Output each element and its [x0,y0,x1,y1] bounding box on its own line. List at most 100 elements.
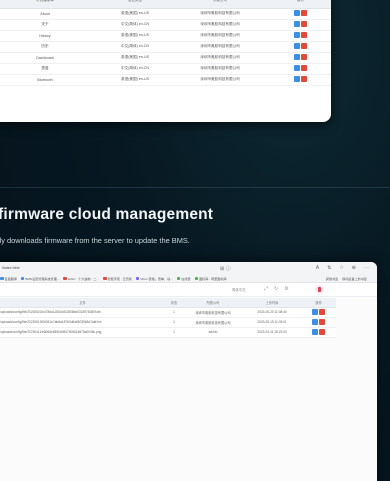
col-status: 状态 [165,298,183,308]
bookmark-item[interactable]: BMS设置管理系统管理... [20,276,59,281]
edit-icon[interactable] [294,21,300,27]
file-path: /uploads/config/file/20230411/e8066e689b… [0,327,165,338]
sync-icon[interactable]: ⇅ [327,265,331,271]
menu-company: 深圳市奥航科技有限公司 [170,74,270,86]
col-company: 所属公司 [170,0,270,9]
bookmark-item[interactable]: 在线表 [176,276,191,281]
menu-company: 深圳市奥航科技有限公司 [170,19,270,31]
menu-company: 深圳市奥航科技有限公司 [170,63,270,75]
menu-name: Bluetooth [0,74,100,86]
refresh-icon[interactable]: ↻ [274,286,278,292]
bookmark-item[interactable]: 智能手表 · 日历新 [103,276,132,281]
menu-lang: 中文(简体) zh-CN [100,63,170,75]
file-path: /uploads/config/file/20230519/06061e7ab8… [0,317,165,328]
edit-icon[interactable] [294,32,300,38]
delete-icon[interactable] [319,328,325,335]
menu-lang: 英语(美国) en-US [100,74,170,86]
file-company: 深圳市奥航科技有限公司 [183,307,243,318]
extensions-icon[interactable]: ⊕ [352,265,356,271]
bookmark-icon [194,276,199,281]
table-row: /uploads/config/file/20230411/e8066e689b… [0,327,336,338]
menu-company: 深圳市奥航科技有限公司 [170,52,270,64]
tab-title[interactable]: /index.html [2,266,19,270]
menu-lang: 中文(简体) zh-CN [100,41,170,53]
section-subheading: lly downloads firmware from the server t… [0,236,190,245]
table-row: 关于 中文(简体) zh-CN 深圳市奥航科技有限公司 [0,19,331,31]
mobile-bookmarks[interactable]: 移动设备上的书签 [342,276,367,281]
browser-window: /index.html ⊞ ⓘ A ⇅ ☆ ⊕ ⋯ 百度翻译 BMS设置管理系统… [0,262,377,481]
edit-icon[interactable] [312,328,318,335]
col-upload-time: 上传时间 [243,298,301,308]
grid-icon[interactable]: ⊞ ⓘ [220,265,231,272]
delete-icon[interactable] [301,76,307,82]
delete-icon[interactable] [319,308,325,315]
menu-table-header: 可创建菜单 语言类型 所属公司 操作 [0,0,331,9]
menu-name: 关于 [0,19,100,31]
file-time: 2023-05-20 11:08:40 [243,307,301,318]
table-row: About 英语(美国) en-US 深圳市奥航科技有限公司 [0,8,331,20]
fullscreen-icon[interactable]: ⤢ [264,286,268,292]
bookmark-icon [20,276,25,281]
table-row: /uploads/config/file/20230520/c4786a1180… [0,307,336,318]
delete-icon[interactable] [301,32,307,38]
delete-icon[interactable] [301,21,307,27]
app-header: 简体中文 ⤢ ↻ ⚙ [0,283,377,297]
menu-name: 历史 [0,41,100,53]
menu-name: 表盘 [0,63,100,75]
bookmark-icon [103,276,107,281]
edit-icon[interactable] [294,65,300,71]
col-menu: 可创建菜单 [0,0,100,9]
more-icon[interactable]: ⋯ [364,265,369,271]
table-row: 历史 中文(简体) zh-CN 深圳市奥航科技有限公司 [0,41,331,53]
section-divider [0,187,390,188]
reader-icon[interactable]: A [316,265,319,271]
col-actions: 操作 [270,0,331,9]
bookmark-item[interactable]: 图标库 - 阿里图标库 [194,276,227,281]
language-selector[interactable]: 简体中文 [232,287,246,292]
file-table-header: 文件 状态 所属公司 上传时间 操作 [0,298,336,308]
delete-icon[interactable] [301,10,307,16]
bookmark-item[interactable]: AIGC · 十六进制 · 二... [63,276,99,281]
other-bookmarks[interactable]: 其他书签 [326,276,338,281]
section-heading: firmware cloud management [0,206,214,223]
delete-icon[interactable] [301,54,307,60]
bookmark-icon [63,276,67,281]
bookmark-icon [176,276,181,281]
col-language: 语言类型 [100,0,170,9]
menu-lang: 中文(简体) zh-CN [100,19,170,31]
menu-lang: 英语(美国) en-US [100,30,170,42]
file-company: 深圳市奥航科技有限公司 [183,317,243,328]
edit-icon[interactable] [294,10,300,16]
edit-icon[interactable] [312,318,318,325]
settings-icon[interactable]: ⚙ [284,286,288,292]
col-company: 所属公司 [183,298,243,308]
file-path: /uploads/config/file/20230520/c4786a1180… [0,307,165,318]
table-row: Dashboard 英语(美国) en-US 深圳市奥航科技有限公司 [0,52,331,64]
menu-name: Dashboard [0,52,100,64]
edit-icon[interactable] [294,76,300,82]
bookmark-icon [135,276,140,281]
file-time: 2023-05-19 11:03:01 [243,317,301,328]
delete-icon[interactable] [301,65,307,71]
edit-icon[interactable] [294,43,300,49]
user-icon [318,287,321,292]
delete-icon[interactable] [301,43,307,49]
avatar[interactable] [315,285,324,294]
file-status: 1 [165,307,183,318]
table-row: Bluetooth 英语(美国) en-US 深圳市奥航科技有限公司 [0,74,331,86]
edit-icon[interactable] [312,308,318,315]
delete-icon[interactable] [319,318,325,325]
col-file: 文件 [0,298,165,308]
bookmarks-bar: 百度翻译 BMS设置管理系统管理... AIGC · 十六进制 · 二... 智… [0,274,377,283]
file-company: admin [183,327,243,338]
edit-icon[interactable] [294,54,300,60]
favorite-icon[interactable]: ☆ [339,265,343,271]
browser-toolbar-icons: A ⇅ ☆ ⊕ ⋯ [316,265,369,271]
bookmark-item[interactable]: 百度翻译 [0,276,17,281]
menu-name: About [0,8,100,20]
col-actions: 操作 [301,298,336,308]
menu-company: 深圳市奥航科技有限公司 [170,8,270,20]
bookmark-item[interactable]: Vben 表格、表单、动... [135,276,173,281]
firmware-file-table: 文件 状态 所属公司 上传时间 操作 /uploads/config/file/… [0,298,336,338]
table-row: 表盘 中文(简体) zh-CN 深圳市奥航科技有限公司 [0,63,331,75]
